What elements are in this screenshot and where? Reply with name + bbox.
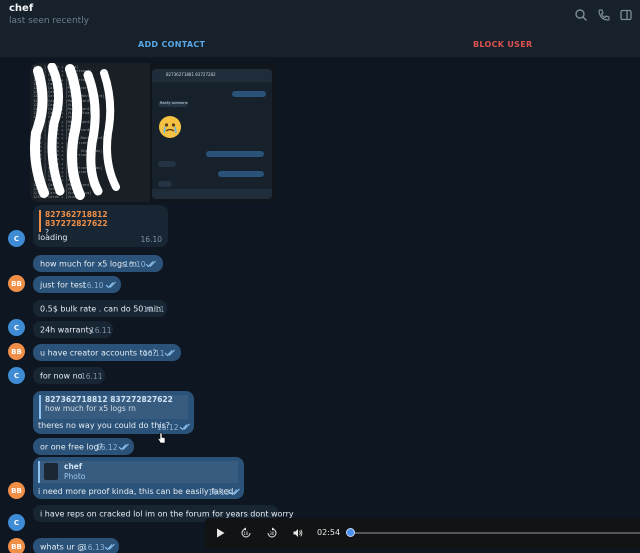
- avatar[interactable]: BB: [8, 482, 25, 499]
- reply-preview[interactable]: chef Photo: [38, 461, 238, 483]
- mini-reply: Really someone: [160, 101, 188, 105]
- mini-bubble: [206, 151, 264, 157]
- message-time: 16.11: [81, 372, 103, 381]
- message-time: 16.11: [90, 326, 112, 335]
- chat-header: chef last seen recently: [0, 0, 640, 32]
- mini-bubble: [158, 161, 176, 167]
- message-time: 16.13: [208, 488, 230, 497]
- message-time: 16.10: [82, 281, 104, 290]
- play-icon[interactable]: [214, 527, 226, 539]
- message-text: or one free log?: [40, 442, 103, 451]
- message-time: 16.12: [96, 443, 118, 452]
- message-bubble[interactable]: for now no 16.11: [33, 367, 105, 384]
- hand-cursor-icon: [157, 432, 166, 444]
- message-bubble[interactable]: chef Photo i need more proof kinda, this…: [33, 457, 244, 499]
- media-player-bar[interactable]: 10 30 02:54: [205, 518, 640, 549]
- chat-status: last seen recently: [9, 16, 90, 26]
- message-text: how much for x5 logs rn: [40, 259, 137, 268]
- message-text: theres no way you could do this?: [38, 421, 170, 430]
- reply-author: 827362718812 837272827622: [45, 395, 173, 404]
- message-text: just for test: [40, 280, 87, 289]
- message-bubble[interactable]: 24h warranty 16.11: [33, 321, 113, 338]
- message-time: 16.11: [143, 305, 165, 314]
- message-text: loading: [38, 233, 68, 242]
- read-check-icon: [164, 349, 175, 357]
- message-text: u have creator accounts too?: [40, 348, 157, 357]
- read-check-icon: [229, 488, 240, 496]
- mini-bubble: [158, 181, 172, 187]
- read-check-icon: [179, 423, 190, 431]
- read-check-icon: [105, 281, 116, 289]
- svg-text:30: 30: [269, 531, 275, 536]
- mini-bubble: [218, 171, 264, 177]
- mini-input-bar: [152, 189, 272, 199]
- message-text: for now no: [40, 371, 83, 380]
- crying-emoji-icon: [159, 116, 181, 138]
- reply-author: chef: [64, 462, 83, 471]
- screenshot-photo: 1234 ] Cards + [Visa] 1234 ] Cards + [Ma…: [30, 63, 150, 202]
- message-text: whats ur @: [40, 542, 86, 551]
- read-check-icon: [145, 260, 156, 268]
- message-time: 16.11: [143, 349, 165, 358]
- sidebar-toggle-icon[interactable]: [619, 8, 633, 22]
- message-bubble[interactable]: whats ur @ 16.13: [33, 538, 119, 553]
- add-contact-button[interactable]: ADD CONTACT: [138, 40, 205, 49]
- read-check-icon: [118, 443, 129, 451]
- message-bubble[interactable]: just for test 16.10: [33, 276, 121, 293]
- reply-text: Photo: [64, 472, 86, 481]
- avatar[interactable]: C: [8, 367, 25, 384]
- avatar[interactable]: C: [8, 230, 25, 247]
- playback-time: 02:54: [317, 528, 341, 537]
- photo-message[interactable]: 1234 ] Cards + [Visa] 1234 ] Cards + [Ma…: [30, 63, 277, 202]
- chat-title[interactable]: chef: [9, 3, 33, 14]
- message-bubble[interactable]: u have creator accounts too? 16.11: [33, 344, 181, 361]
- mini-bubble: [232, 91, 266, 97]
- rewind-10-icon[interactable]: 10: [240, 527, 252, 539]
- message-text: i have reps on cracked lol im on the for…: [40, 509, 294, 518]
- avatar[interactable]: C: [8, 319, 25, 336]
- seek-track[interactable]: [350, 532, 640, 534]
- avatar[interactable]: BB: [8, 538, 25, 553]
- phone-icon[interactable]: [597, 8, 611, 22]
- message-list[interactable]: 1234 ] Cards + [Visa] 1234 ] Cards + [Ma…: [0, 58, 640, 553]
- message-text: i need more proof kinda, this can be eas…: [38, 487, 234, 496]
- block-user-button[interactable]: BLOCK USER: [473, 40, 532, 49]
- forward-30-icon[interactable]: 30: [266, 527, 278, 539]
- message-bubble[interactable]: 827362718812 837272827622 ? loading 16.1…: [33, 205, 168, 247]
- seek-knob[interactable]: [346, 528, 355, 537]
- avatar[interactable]: C: [8, 514, 25, 531]
- reply-author: 827362718812 837272827622: [45, 210, 108, 228]
- reply-thumbnail: [44, 463, 58, 480]
- reply-preview[interactable]: 827362718812 837272827622 ?: [39, 210, 162, 237]
- message-bubble[interactable]: how much for x5 logs rn 16.10: [33, 255, 163, 272]
- message-time: 16.13: [83, 543, 105, 552]
- volume-icon[interactable]: [292, 527, 304, 539]
- embedded-chat-screenshot: 82736271881 83727282 Really someone: [152, 69, 272, 199]
- search-icon[interactable]: [574, 8, 588, 22]
- reply-preview[interactable]: 827362718812 837272827622 how much for x…: [39, 395, 188, 419]
- message-time: 16.10: [124, 260, 146, 269]
- read-check-icon: [104, 543, 115, 551]
- message-time: 16.10: [140, 235, 162, 244]
- mini-chat-title: 82736271881 83727282: [166, 72, 216, 77]
- svg-text:10: 10: [243, 531, 249, 536]
- mini-header: 82736271881 83727282: [152, 69, 272, 82]
- message-text: 24h warranty: [40, 325, 94, 334]
- message-bubble[interactable]: 0.5$ bulk rate . can do 50 min 16.11: [33, 300, 167, 317]
- reply-text: how much for x5 logs rn: [45, 404, 136, 413]
- avatar[interactable]: BB: [8, 343, 25, 360]
- message-time: 16.12: [157, 423, 179, 432]
- message-bubble[interactable]: or one free log? 16.12: [33, 438, 134, 455]
- contact-action-bar: ADD CONTACT BLOCK USER: [0, 32, 640, 58]
- avatar[interactable]: BB: [8, 275, 25, 292]
- mini-bubble: Really someone: [158, 101, 188, 107]
- redaction-scribble: [30, 63, 120, 200]
- message-bubble[interactable]: 827362718812 837272827622 how much for x…: [33, 391, 194, 434]
